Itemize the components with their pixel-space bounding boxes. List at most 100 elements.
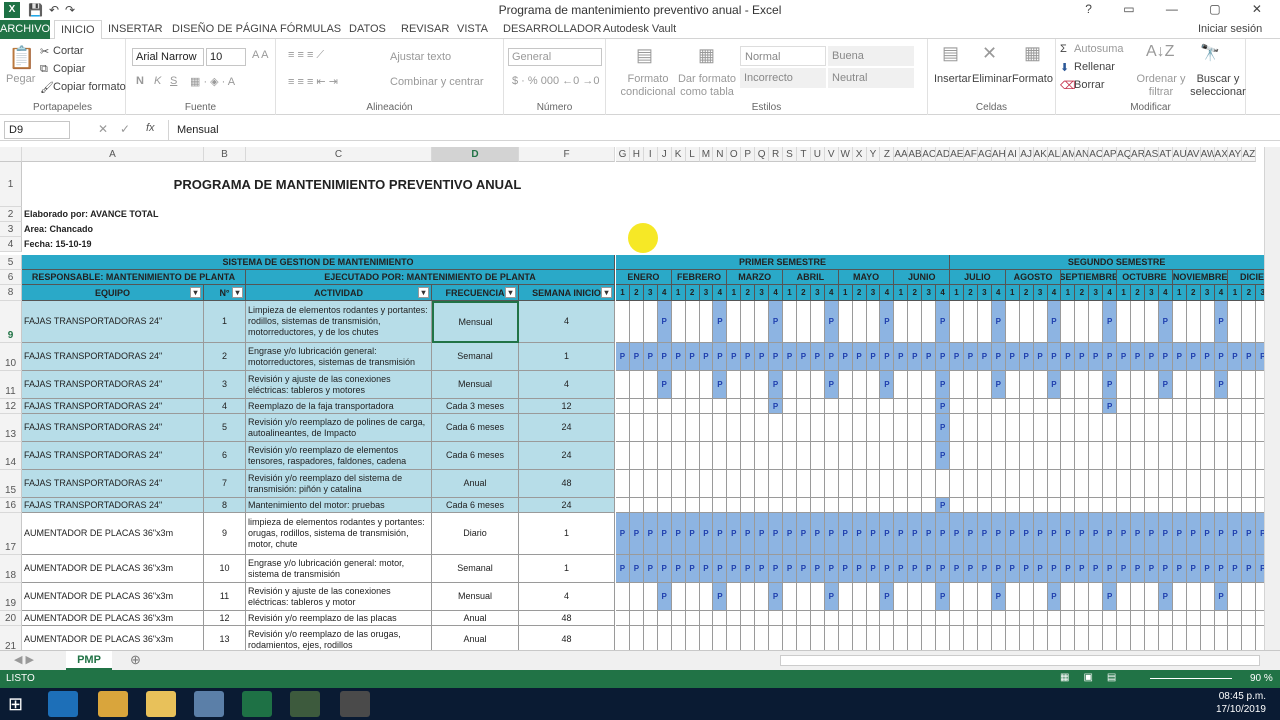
schedule-cell[interactable]: P <box>1103 399 1118 414</box>
select-all-corner[interactable] <box>0 147 22 162</box>
column-header-week[interactable]: AM <box>1061 147 1076 162</box>
number-format-select[interactable]: General <box>508 48 602 66</box>
row-header[interactable]: 20 <box>0 611 22 626</box>
schedule-cell[interactable] <box>1034 626 1048 650</box>
schedule-cell[interactable] <box>838 611 853 626</box>
schedule-cell[interactable]: P <box>824 371 839 399</box>
signin-link[interactable]: Iniciar sesión <box>1198 23 1262 35</box>
schedule-cell[interactable] <box>741 371 756 399</box>
schedule-cell[interactable] <box>936 611 951 626</box>
schedule-cell[interactable]: P <box>713 371 728 399</box>
schedule-cell[interactable]: P <box>741 513 756 555</box>
schedule-cell[interactable] <box>1033 414 1048 442</box>
schedule-cell[interactable]: P <box>991 343 1006 371</box>
numero-cell[interactable]: 4 <box>204 399 246 414</box>
column-header-week[interactable]: V <box>824 147 839 162</box>
schedule-cell[interactable] <box>810 414 825 442</box>
schedule-cell[interactable] <box>1033 371 1048 399</box>
row-header[interactable]: 14 <box>0 442 22 470</box>
schedule-cell[interactable] <box>977 442 992 470</box>
schedule-cell[interactable]: P <box>657 301 672 343</box>
schedule-cell[interactable] <box>964 626 978 650</box>
schedule-cell[interactable] <box>1033 583 1048 611</box>
column-header-week[interactable]: AI <box>1005 147 1020 162</box>
row-header[interactable]: 12 <box>0 399 22 414</box>
schedule-cell[interactable]: P <box>852 343 867 371</box>
row-header[interactable]: 17 <box>0 513 22 555</box>
actividad-cell[interactable]: limpieza de elementos rodantes y portant… <box>246 513 432 555</box>
schedule-cell[interactable] <box>616 301 630 343</box>
schedule-cell[interactable] <box>755 626 770 650</box>
schedule-cell[interactable] <box>936 626 951 650</box>
column-header-week[interactable]: AJ <box>1019 147 1034 162</box>
font-name-select[interactable]: Arial Narrow <box>132 48 204 66</box>
tab-file[interactable]: ARCHIVO <box>0 20 50 39</box>
schedule-cell[interactable]: P <box>824 583 839 611</box>
schedule-cell[interactable] <box>741 583 756 611</box>
schedule-cell[interactable] <box>1005 442 1020 470</box>
schedule-cell[interactable] <box>1144 371 1159 399</box>
actividad-cell[interactable]: Revisión y ajuste de las conexiones eléc… <box>246 583 432 611</box>
schedule-cell[interactable] <box>852 399 867 414</box>
schedule-cell[interactable]: P <box>1200 513 1215 555</box>
schedule-cell[interactable] <box>1089 399 1104 414</box>
schedule-cell[interactable]: P <box>796 513 811 555</box>
equipo-cell[interactable]: FAJAS TRANSPORTADORAS 24" <box>22 301 204 343</box>
view-normal-icon[interactable]: ▦▣▤ <box>1060 672 1130 683</box>
schedule-cell[interactable]: P <box>1144 513 1159 555</box>
schedule-cell[interactable] <box>880 611 895 626</box>
schedule-cell[interactable] <box>1089 470 1104 498</box>
schedule-cell[interactable]: P <box>1242 555 1257 583</box>
schedule-cell[interactable] <box>1061 442 1076 470</box>
schedule-cell[interactable]: P <box>1103 555 1118 583</box>
schedule-cell[interactable]: P <box>810 513 825 555</box>
schedule-cell[interactable]: P <box>1172 343 1187 371</box>
schedule-cell[interactable] <box>1033 399 1048 414</box>
schedule-cell[interactable] <box>1242 442 1257 470</box>
schedule-cell[interactable] <box>1006 626 1020 650</box>
tab-formulas[interactable]: FÓRMULAS <box>280 23 341 35</box>
column-header-week[interactable]: AC <box>922 147 937 162</box>
semana-inicio-cell[interactable]: 12 <box>519 399 615 414</box>
schedule-cell[interactable] <box>1061 626 1076 650</box>
schedule-cell[interactable]: P <box>936 414 951 442</box>
style-normal[interactable]: Normal <box>740 46 826 66</box>
schedule-cell[interactable]: P <box>1047 513 1062 555</box>
schedule-cell[interactable]: P <box>1047 301 1062 343</box>
numero-cell[interactable]: 8 <box>204 498 246 513</box>
schedule-cell[interactable] <box>769 442 784 470</box>
schedule-cell[interactable] <box>1005 611 1020 626</box>
tab-revisar[interactable]: REVISAR <box>401 23 449 35</box>
numero-cell[interactable]: 9 <box>204 513 246 555</box>
schedule-cell[interactable] <box>769 611 784 626</box>
schedule-cell[interactable] <box>1256 371 1264 399</box>
schedule-cell[interactable] <box>1005 498 1020 513</box>
schedule-cell[interactable] <box>657 414 672 442</box>
schedule-cell[interactable] <box>838 301 853 343</box>
font-size-select[interactable]: 10 <box>206 48 246 66</box>
schedule-cell[interactable] <box>671 498 686 513</box>
schedule-cell[interactable] <box>657 470 672 498</box>
schedule-cell[interactable]: P <box>824 301 839 343</box>
schedule-cell[interactable] <box>1256 414 1264 442</box>
schedule-cell[interactable] <box>1033 498 1048 513</box>
schedule-cell[interactable] <box>1186 498 1201 513</box>
schedule-cell[interactable] <box>1158 414 1173 442</box>
schedule-cell[interactable] <box>1200 371 1215 399</box>
schedule-cell[interactable] <box>1172 611 1187 626</box>
schedule-cell[interactable] <box>616 414 630 442</box>
schedule-cell[interactable] <box>630 626 644 650</box>
schedule-cell[interactable] <box>1047 498 1062 513</box>
schedule-cell[interactable]: P <box>1047 555 1062 583</box>
schedule-cell[interactable]: P <box>1172 513 1187 555</box>
schedule-cell[interactable] <box>1117 301 1132 343</box>
schedule-cell[interactable] <box>1172 583 1187 611</box>
schedule-cell[interactable] <box>755 371 770 399</box>
calculator-icon[interactable] <box>194 691 224 717</box>
schedule-cell[interactable]: P <box>629 555 644 583</box>
schedule-cell[interactable] <box>671 371 686 399</box>
schedule-cell[interactable]: P <box>1158 301 1173 343</box>
column-header-week[interactable]: L <box>685 147 700 162</box>
schedule-cell[interactable] <box>1187 626 1201 650</box>
frecuencia-cell[interactable]: Mensual <box>432 301 519 343</box>
